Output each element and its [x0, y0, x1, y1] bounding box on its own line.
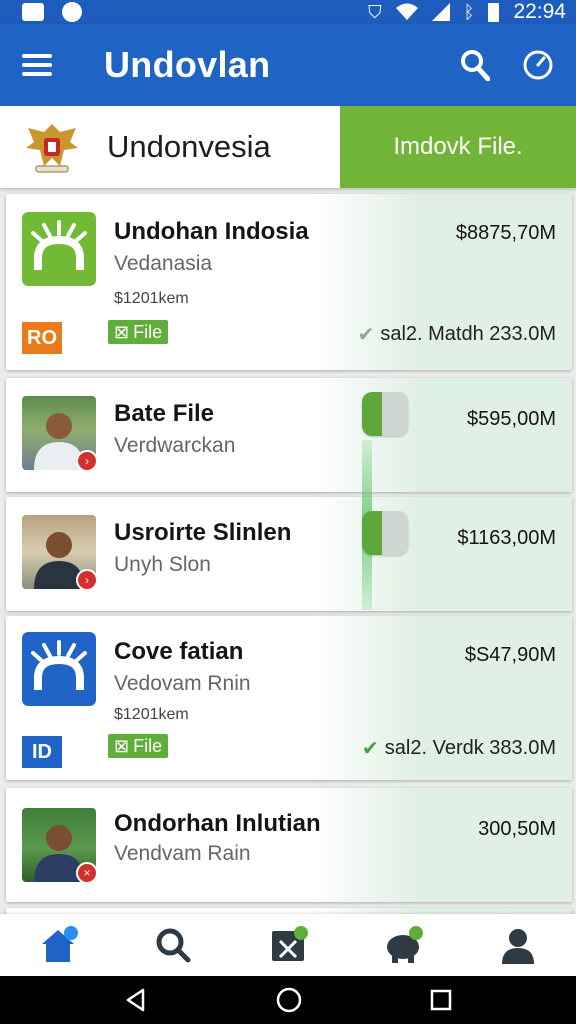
- toggle-switch[interactable]: [362, 511, 408, 555]
- signal-icon: [431, 3, 450, 21]
- item-title: Undohan Indosia: [114, 218, 309, 245]
- brand-logo: RO: [22, 322, 62, 354]
- garuda-emblem-icon: [26, 124, 78, 173]
- item-meta: $1201kem: [114, 706, 189, 723]
- item-price: $8875,70M: [455, 222, 556, 244]
- file-icon: ⊠: [114, 735, 130, 756]
- search-icon: [156, 928, 191, 963]
- message-icon: [22, 3, 44, 21]
- status-bar: ⛉ ᛒ 22:94: [0, 0, 576, 24]
- person-photo: ×: [22, 808, 98, 884]
- item-title: Bate File: [114, 400, 215, 427]
- notification-dot: [63, 926, 78, 940]
- item-title: Ondorhan Inlutian: [114, 810, 321, 837]
- item-subtitle: Vedovam Rnin: [114, 672, 251, 695]
- item-subtitle: Verdwarckan: [114, 434, 236, 457]
- home-circle-icon[interactable]: [275, 986, 303, 1014]
- nav-profile[interactable]: [488, 918, 548, 972]
- item-status: ✔ sal2. Verdk 383.0M: [362, 737, 556, 760]
- list-item[interactable]: › Usroirte Slinlen Unyh Slon $1163,00M: [6, 497, 572, 611]
- recents-icon[interactable]: [429, 988, 453, 1012]
- item-price: $1163,00M: [457, 527, 556, 549]
- item-subtitle: Vedanasia: [114, 252, 213, 275]
- list-item[interactable]: › Bate File Verdwarckan $595,00M: [6, 378, 572, 492]
- bluetooth-icon: ᛒ: [463, 1, 475, 22]
- item-status: ✔ sal2. Matdh 233.0M: [357, 323, 556, 346]
- bottom-nav: [0, 914, 576, 976]
- item-title: Cove fatian: [114, 638, 244, 665]
- file-tag[interactable]: ⊠ File: [108, 734, 169, 758]
- status-badge: ›: [76, 450, 98, 472]
- hamburger-icon[interactable]: [22, 54, 52, 76]
- status-badge: ×: [76, 862, 98, 884]
- nav-home[interactable]: [28, 918, 88, 972]
- list-item[interactable]: Cove fatian Vedovam Rnin $1201kem $S47,9…: [6, 616, 572, 780]
- compass-icon[interactable]: [522, 49, 554, 81]
- item-subtitle: Unyh Slon: [114, 553, 211, 576]
- search-icon[interactable]: [460, 49, 490, 81]
- item-price: $595,00M: [467, 408, 556, 430]
- file-tag[interactable]: ⊠ File: [108, 320, 169, 344]
- status-badge: ›: [76, 569, 98, 591]
- person-photo: ›: [22, 396, 98, 472]
- wifi-icon: [395, 3, 418, 20]
- list-item[interactable]: × Ondorhan Inlutian Vendvam Rain 300,50M: [6, 788, 572, 902]
- banner-title: Undonvesia: [107, 129, 271, 164]
- system-nav: [0, 976, 576, 1024]
- nav-files[interactable]: [258, 918, 318, 972]
- app-title: Undovlan: [104, 44, 271, 85]
- app-bar: Undovlan: [0, 24, 576, 106]
- item-title: Usroirte Slinlen: [114, 519, 292, 546]
- check-icon: ✔: [357, 324, 375, 346]
- battery-icon: [488, 2, 500, 22]
- shield-icon: ⛉: [368, 1, 382, 22]
- app-icon: [62, 2, 82, 22]
- green-app-tile: [22, 212, 96, 286]
- list-item[interactable]: Undohan Indosia Vedanasia $1201kem $8875…: [6, 194, 572, 370]
- check-icon: ✔: [362, 738, 379, 760]
- item-price: $S47,90M: [464, 644, 556, 666]
- person-photo: ›: [22, 515, 98, 591]
- file-icon: ⊠: [114, 321, 130, 342]
- nav-search[interactable]: [143, 918, 203, 972]
- item-price: 300,50M: [478, 818, 556, 840]
- profile-icon: [502, 929, 535, 964]
- toggle-switch[interactable]: [362, 392, 408, 436]
- brand-logo: ID: [22, 736, 62, 768]
- notification-dot: [293, 926, 308, 940]
- import-file-button[interactable]: Imdovk File.: [340, 106, 576, 188]
- item-meta: $1201kem: [114, 290, 189, 307]
- headphones-icon: [31, 640, 87, 690]
- item-subtitle: Vendvam Rain: [114, 842, 251, 865]
- country-banner: Undonvesia Imdovk File.: [0, 106, 576, 188]
- headphones-icon: [31, 220, 87, 270]
- clock-time: 22:94: [513, 0, 566, 23]
- back-icon[interactable]: [123, 987, 149, 1013]
- nav-savings[interactable]: [373, 918, 433, 972]
- blue-app-tile: [22, 632, 96, 706]
